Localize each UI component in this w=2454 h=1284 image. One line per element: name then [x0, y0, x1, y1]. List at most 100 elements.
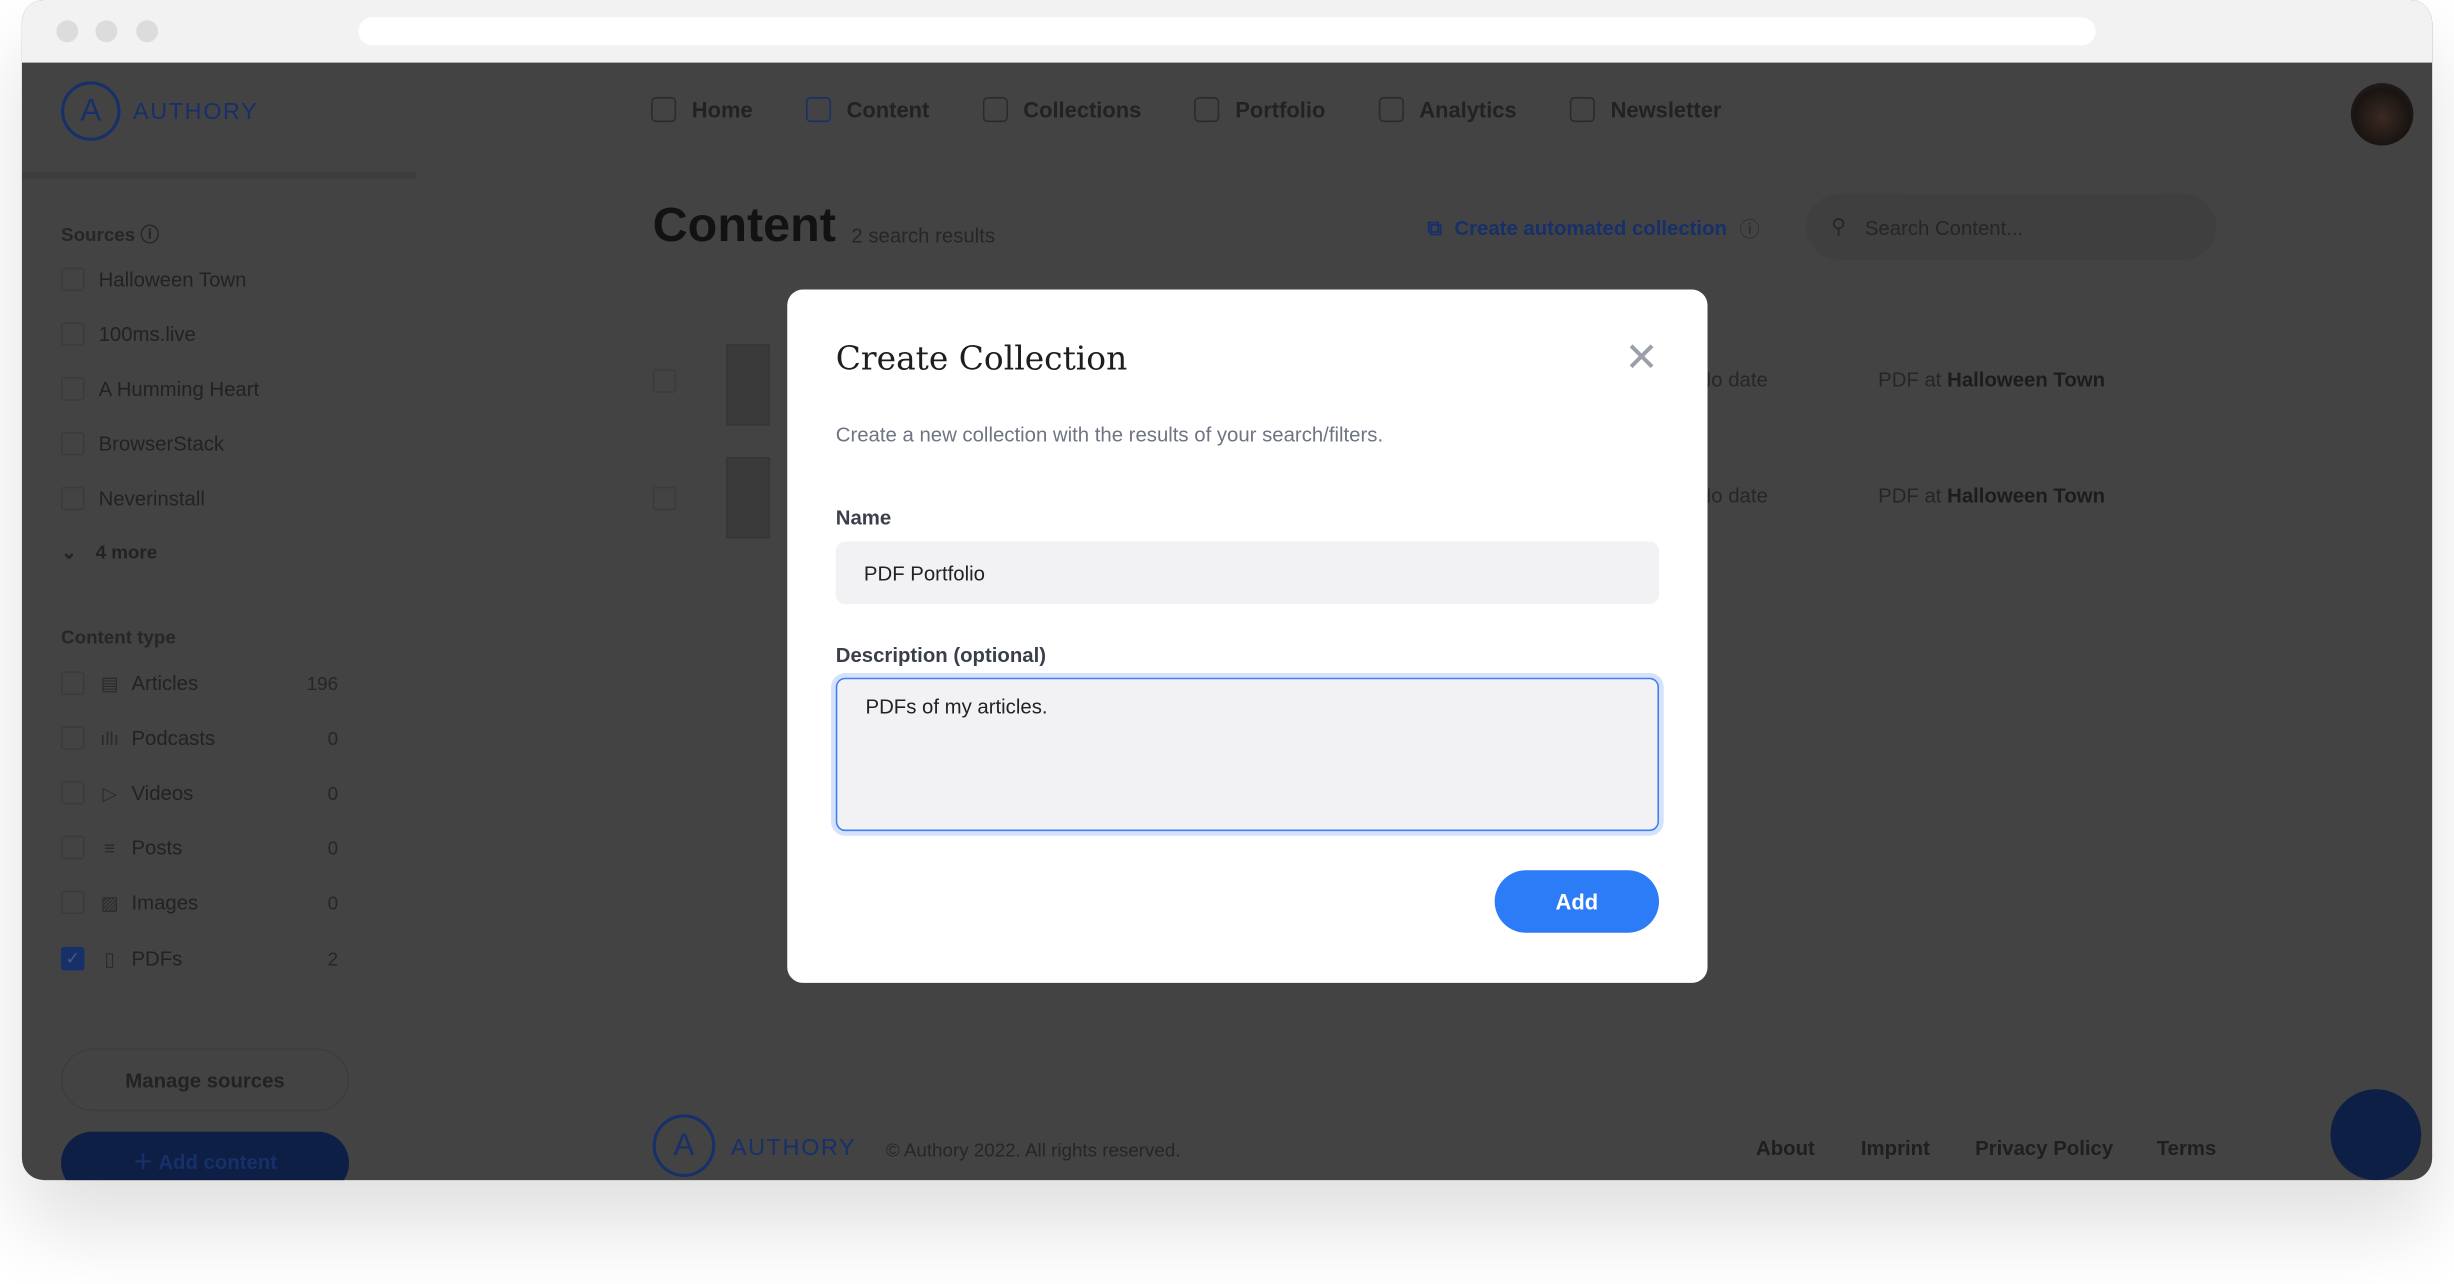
result-count: 2 search results — [851, 223, 996, 248]
source-item[interactable]: BrowserStack — [61, 431, 338, 456]
audio-wave-icon: ıllı — [100, 726, 119, 749]
nav-label: Home — [691, 97, 753, 123]
sources-heading: Sources ⓘ — [61, 223, 160, 246]
brand-name: AUTHORY — [133, 97, 259, 125]
avatar[interactable] — [2350, 82, 2414, 146]
add-collection-icon: ⧉ — [1427, 215, 1442, 239]
minimize-window-button[interactable] — [95, 20, 118, 43]
top-nav: Home Content Collections Portfolio Analy… — [651, 97, 1722, 123]
type-posts[interactable]: ≡ Posts 0 — [61, 835, 339, 860]
nav-label: Portfolio — [1235, 97, 1326, 123]
logo[interactable]: A AUTHORY — [61, 81, 259, 141]
nav-portfolio[interactable]: Portfolio — [1194, 97, 1326, 123]
plus-icon: ＋ — [133, 1150, 154, 1174]
nav-label: Content — [846, 97, 930, 123]
add-button[interactable]: Add — [1494, 870, 1660, 933]
footer-link-privacy[interactable]: Privacy Policy — [1975, 1136, 2113, 1159]
add-content-button[interactable]: ＋ Add content — [61, 1131, 350, 1181]
document-icon — [805, 97, 831, 123]
nav-label: Newsletter — [1610, 97, 1722, 123]
source-item[interactable]: Halloween Town — [61, 267, 338, 292]
checkbox[interactable] — [61, 835, 85, 860]
search-placeholder: Search Content... — [1864, 215, 2024, 239]
checkbox[interactable] — [61, 267, 85, 292]
type-podcasts[interactable]: ıllı Podcasts 0 — [61, 726, 338, 750]
nav-label: Analytics — [1419, 97, 1517, 123]
help-icon[interactable]: ⓘ — [140, 224, 159, 246]
play-icon: ▷ — [102, 781, 117, 804]
article-icon: ▤ — [100, 672, 119, 695]
type-label: Images — [131, 890, 199, 915]
source-label: A Humming Heart — [98, 377, 260, 401]
text-lines-icon: ≡ — [104, 836, 116, 859]
source-label: Halloween Town — [98, 267, 247, 292]
description-label: Description (optional) — [835, 643, 1047, 667]
collections-icon — [982, 97, 1008, 123]
type-label: Posts — [131, 835, 183, 860]
name-label: Name — [835, 505, 892, 530]
checkbox[interactable] — [61, 726, 85, 750]
page-title: Content — [652, 197, 836, 252]
checkbox[interactable] — [61, 322, 85, 346]
checkbox[interactable] — [61, 431, 85, 456]
pdf-thumbnail[interactable] — [726, 344, 771, 426]
checkbox[interactable] — [61, 377, 85, 401]
type-count: 2 — [327, 947, 339, 970]
source-item[interactable]: Neverinstall — [61, 486, 338, 511]
footer: A AUTHORY © Authory 2022. All rights res… — [652, 1114, 2433, 1177]
checkbox[interactable] — [61, 671, 85, 695]
nav-home[interactable]: Home — [651, 97, 753, 123]
help-icon[interactable]: ⓘ — [1739, 213, 1759, 243]
more-label: 4 more — [95, 541, 158, 564]
nav-content[interactable]: Content — [805, 97, 930, 123]
search-input[interactable]: ⚲ Search Content... — [1806, 194, 2217, 260]
footer-brand: AUTHORY — [730, 1134, 857, 1162]
footer-link-terms[interactable]: Terms — [2157, 1136, 2217, 1159]
source-item[interactable]: 100ms.live — [61, 322, 338, 346]
nav-collections[interactable]: Collections — [982, 97, 1141, 123]
browser-titlebar — [21, 0, 2433, 63]
modal-title: Create Collection — [835, 339, 1128, 378]
checkbox[interactable] — [61, 486, 85, 511]
close-icon[interactable]: ✕ — [1625, 336, 1659, 377]
modal-description: Create a new collection with the results… — [835, 422, 1384, 447]
create-automated-collection-link[interactable]: ⧉ Create automated collection ⓘ — [1427, 213, 1759, 243]
type-articles[interactable]: ▤ Articles 196 — [61, 671, 338, 695]
type-videos[interactable]: ▷ Videos 0 — [61, 780, 338, 805]
checkbox-checked[interactable]: ✓ — [61, 946, 85, 971]
bar-chart-icon — [1378, 97, 1404, 123]
footer-link-imprint[interactable]: Imprint — [1861, 1136, 1930, 1159]
create-collection-modal: Create Collection ✕ Create a new collect… — [787, 289, 1708, 983]
row-checkbox[interactable] — [652, 369, 677, 393]
description-textarea[interactable]: PDFs of my articles. — [835, 677, 1660, 832]
sidebar-divider — [21, 172, 417, 179]
chat-widget-button[interactable] — [2330, 1089, 2422, 1181]
add-content-label: Add content — [158, 1150, 277, 1174]
portfolio-icon — [1194, 97, 1220, 123]
show-more-sources[interactable]: ⌄ 4 more — [61, 542, 338, 564]
name-input[interactable] — [835, 541, 1660, 605]
pdf-thumbnail[interactable] — [726, 457, 771, 539]
close-window-button[interactable] — [56, 20, 79, 43]
manage-sources-button[interactable]: Manage sources — [61, 1048, 350, 1112]
nav-newsletter[interactable]: Newsletter — [1569, 97, 1722, 123]
authory-logo-icon: A — [652, 1114, 716, 1177]
result-source: PDF at Halloween Town — [1878, 483, 2106, 508]
checkbox[interactable] — [61, 780, 85, 805]
home-icon — [651, 97, 677, 123]
address-bar[interactable] — [358, 17, 2096, 46]
type-count: 0 — [327, 836, 339, 859]
footer-link-about[interactable]: About — [1756, 1136, 1815, 1159]
mail-icon — [1569, 97, 1595, 123]
result-source: PDF at Halloween Town — [1878, 367, 2106, 392]
source-item[interactable]: A Humming Heart — [61, 377, 338, 401]
type-count: 0 — [327, 891, 339, 914]
type-images[interactable]: ▨ Images 0 — [61, 890, 339, 915]
type-pdfs[interactable]: ✓ ▯ PDFs 2 — [61, 946, 339, 971]
nav-analytics[interactable]: Analytics — [1378, 97, 1517, 123]
copyright: © Authory 2022. All rights reserved. — [885, 1139, 1181, 1162]
maximize-window-button[interactable] — [136, 20, 159, 43]
source-label: BrowserStack — [98, 431, 225, 456]
checkbox[interactable] — [61, 890, 85, 915]
row-checkbox[interactable] — [652, 486, 677, 511]
